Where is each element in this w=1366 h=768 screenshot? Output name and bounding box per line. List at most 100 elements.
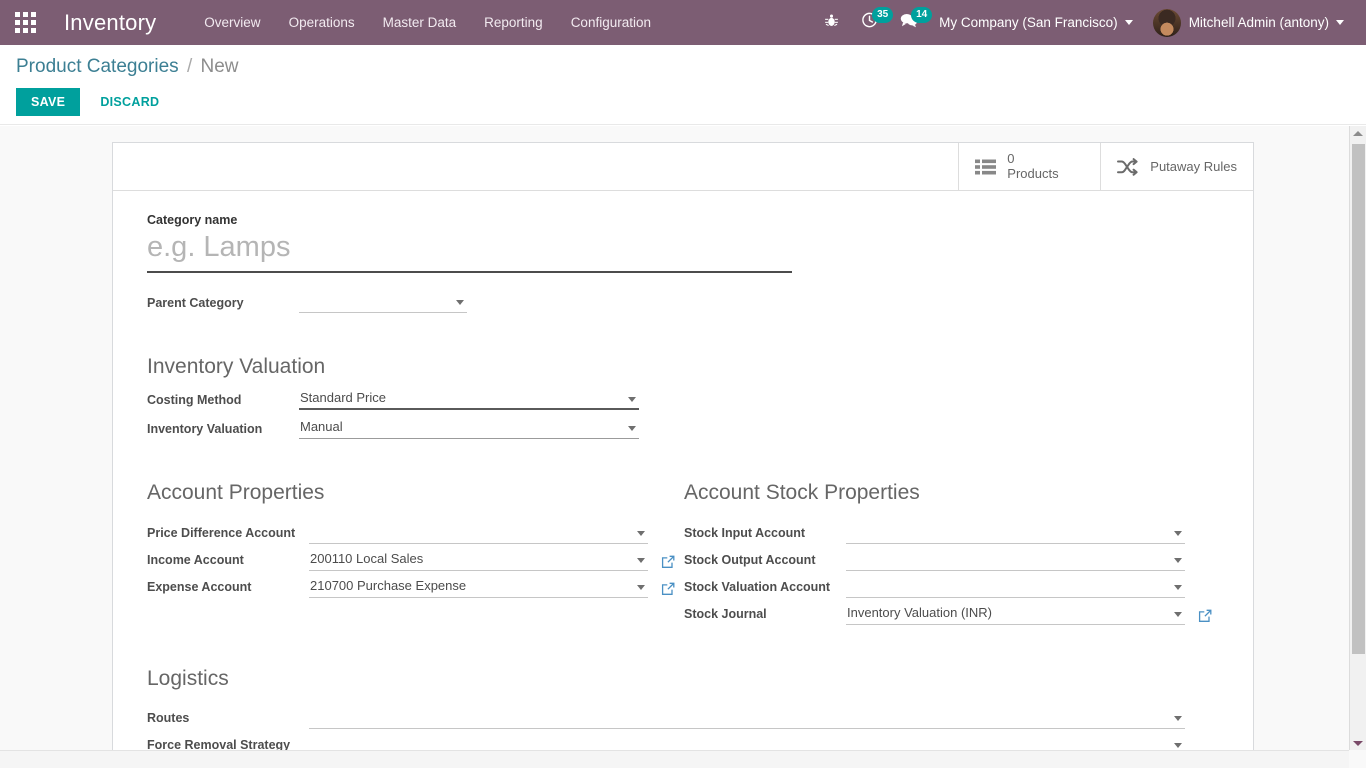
income-account-external-link-icon[interactable] (661, 555, 675, 571)
stock-input-account-label: Stock Input Account (684, 525, 806, 540)
parent-category-input[interactable] (299, 291, 467, 313)
price-difference-account-input[interactable] (309, 521, 648, 544)
stock-journal-external-link-icon[interactable] (1198, 609, 1212, 625)
menu-overview[interactable]: Overview (190, 0, 274, 45)
scroll-up-button[interactable] (1350, 126, 1366, 140)
field-parent-category-row: Parent Category (147, 291, 1219, 313)
stock-journal-input[interactable] (846, 602, 1185, 625)
inventory-valuation-control (299, 417, 639, 440)
section-logistics: Logistics Routes Force Removal Strategy (147, 665, 1219, 756)
navbar-right-tools: 35 14 My Company (San Francisco) Mitchel… (813, 0, 1366, 45)
expense-account-external-link-icon[interactable] (661, 582, 675, 598)
scroll-down-button[interactable] (1350, 736, 1366, 750)
chevron-down-icon (1124, 20, 1133, 25)
account-properties-title: Account Properties (147, 481, 325, 505)
apps-grid-icon (14, 12, 36, 33)
parent-category-control (299, 291, 467, 313)
field-income-account-row: Income Account (147, 544, 684, 571)
menu-reporting[interactable]: Reporting (470, 0, 557, 45)
income-account-label: Income Account (147, 552, 244, 567)
stock-input-account-input[interactable] (846, 521, 1185, 544)
vertical-scrollbar[interactable] (1349, 126, 1366, 750)
costing-method-control (299, 388, 639, 411)
app-brand-inventory[interactable]: Inventory (64, 10, 156, 36)
main-menu: Overview Operations Master Data Reportin… (190, 0, 665, 45)
breadcrumb-current: New (200, 56, 239, 77)
user-name: Mitchell Admin (antony) (1188, 15, 1329, 30)
stock-output-account-control (846, 548, 1185, 571)
inventory-valuation-title: Inventory Valuation (147, 355, 326, 378)
expense-account-control (309, 575, 648, 598)
stock-journal-control (846, 602, 1185, 625)
account-sections: Account Properties Price Difference Acco… (147, 479, 1221, 625)
stock-output-account-label: Stock Output Account (684, 552, 816, 567)
field-stock-valuation-account-row: Stock Valuation Account (684, 571, 1221, 598)
stat-button-putaway-rules[interactable]: Putaway Rules (1100, 143, 1253, 190)
shuffle-icon (1117, 157, 1139, 176)
field-stock-output-account-row: Stock Output Account (684, 544, 1221, 571)
category-name-label: Category name (147, 213, 238, 227)
costing-method-input[interactable] (299, 388, 639, 411)
stock-valuation-account-control (846, 575, 1185, 598)
control-panel: Product Categories / New SAVE DISCARD (0, 45, 1366, 125)
company-switcher[interactable]: My Company (San Francisco) (929, 0, 1143, 45)
section-account-properties: Account Properties Price Difference Acco… (147, 479, 684, 624)
messages-button[interactable]: 14 (889, 0, 933, 45)
avatar (1152, 8, 1181, 37)
user-menu[interactable]: Mitchell Admin (antony) (1143, 0, 1354, 45)
vertical-scrollbar-thumb[interactable] (1352, 144, 1365, 654)
stock-valuation-account-input[interactable] (846, 575, 1185, 598)
routes-input[interactable] (309, 706, 1185, 729)
account-stock-properties-title: Account Stock Properties (684, 481, 920, 505)
save-button[interactable]: SAVE (16, 87, 81, 116)
apps-menu-button[interactable] (0, 0, 50, 45)
field-category-name-group: Category name (147, 213, 1219, 273)
top-navbar: Inventory Overview Operations Master Dat… (0, 0, 1366, 45)
field-inventory-valuation-row: Inventory Valuation (147, 417, 1219, 440)
price-difference-account-label: Price Difference Account (147, 525, 296, 540)
expense-account-label: Expense Account (147, 579, 252, 594)
category-name-input[interactable] (147, 229, 792, 273)
logistics-title: Logistics (147, 666, 229, 690)
income-account-control (309, 548, 648, 571)
horizontal-scrollbar[interactable] (0, 750, 1349, 768)
company-name: My Company (San Francisco) (939, 15, 1118, 30)
field-expense-account-row: Expense Account (147, 571, 684, 598)
stat-putaway-label: Putaway Rules (1150, 159, 1237, 174)
routes-control (309, 706, 1185, 729)
inventory-valuation-input[interactable] (299, 417, 639, 440)
stat-button-box: 0 Products Putaway Rules (113, 143, 1253, 191)
stat-products-value: 0 (1007, 150, 1015, 166)
stock-output-account-input[interactable] (846, 548, 1185, 571)
form-view-scroll-area: 0 Products Putaway Rules Category name e… (0, 126, 1366, 768)
debug-menu-button[interactable] (813, 0, 850, 45)
menu-master-data[interactable]: Master Data (369, 0, 471, 45)
stat-products-label: Products (1007, 165, 1059, 181)
field-price-difference-account-row: Price Difference Account (147, 517, 684, 544)
stat-button-products[interactable]: 0 Products (958, 143, 1100, 190)
inventory-valuation-label: Inventory Valuation (147, 422, 263, 437)
breadcrumb-product-categories[interactable]: Product Categories (16, 56, 179, 77)
stock-valuation-account-label: Stock Valuation Account (684, 579, 831, 594)
breadcrumb-separator: / (186, 56, 193, 77)
price-difference-account-control (309, 521, 648, 544)
triangle-up-icon (1353, 130, 1363, 136)
triangle-down-icon (1353, 740, 1363, 746)
form-sheet: 0 Products Putaway Rules Category name e… (112, 142, 1254, 768)
activities-button[interactable]: 35 (850, 0, 894, 45)
menu-configuration[interactable]: Configuration (557, 0, 665, 45)
discard-button[interactable]: DISCARD (88, 89, 171, 115)
section-account-stock-properties: Account Stock Properties Stock Input Acc… (684, 479, 1221, 625)
stock-journal-label: Stock Journal (684, 606, 767, 621)
expense-account-input[interactable] (309, 575, 648, 598)
chevron-down-icon (1336, 20, 1344, 25)
stock-input-account-control (846, 521, 1185, 544)
parent-category-label: Parent Category (147, 296, 244, 310)
form-body: Category name Parent Category Inventory … (113, 191, 1253, 768)
menu-operations[interactable]: Operations (275, 0, 369, 45)
income-account-input[interactable] (309, 548, 648, 571)
bug-icon (824, 13, 839, 33)
routes-label: Routes (147, 710, 190, 725)
field-routes-row: Routes (147, 702, 1219, 729)
section-inventory-valuation: Inventory Valuation Costing Method Inven… (147, 353, 1219, 440)
